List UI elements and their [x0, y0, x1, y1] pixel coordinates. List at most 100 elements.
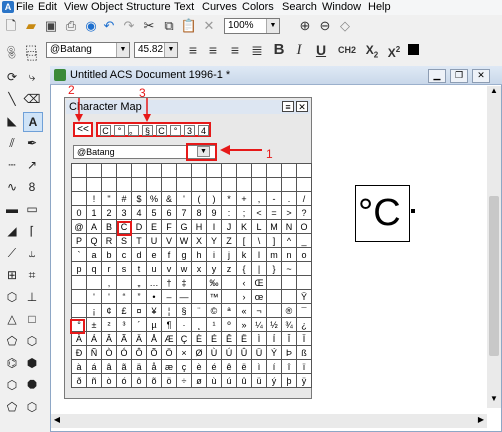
- panel-close-icon[interactable]: ✕: [296, 101, 308, 112]
- fit-page-icon[interactable]: ◇: [336, 17, 354, 35]
- template-tool-icon[interactable]: ⌗: [23, 266, 41, 284]
- char-cell[interactable]: ·: [176, 317, 192, 332]
- char-cell[interactable]: Ç: [176, 331, 192, 346]
- char-cell[interactable]: #: [116, 191, 132, 206]
- wavy-bond-tool-icon[interactable]: ∿: [3, 178, 21, 196]
- char-cell[interactable]: 6: [161, 205, 177, 220]
- char-cell[interactable]: [71, 191, 87, 206]
- char-cell[interactable]: ›: [236, 289, 252, 304]
- recent-char[interactable]: °: [114, 125, 125, 136]
- pen-tool-icon[interactable]: ✒: [23, 134, 41, 152]
- char-cell[interactable]: }: [266, 261, 282, 276]
- menu-structure[interactable]: Structure: [126, 1, 171, 13]
- char-cell[interactable]: ?: [296, 205, 312, 220]
- scroll-up-icon[interactable]: ▲: [488, 86, 500, 98]
- char-cell[interactable]: î: [281, 359, 297, 374]
- char-cell[interactable]: [116, 163, 132, 178]
- char-cell[interactable]: ã: [116, 359, 132, 374]
- char-cell[interactable]: H: [191, 219, 207, 234]
- wedge-tool-icon[interactable]: ◣: [3, 112, 21, 130]
- char-cell[interactable]: [176, 163, 192, 178]
- char-cell[interactable]: V: [161, 233, 177, 248]
- char-cell[interactable]: e: [146, 247, 162, 262]
- char-cell[interactable]: [251, 177, 267, 192]
- char-cell[interactable]: 3: [116, 205, 132, 220]
- char-cell[interactable]: ý: [266, 373, 282, 388]
- char-cell[interactable]: æ: [161, 359, 177, 374]
- char-cell[interactable]: [146, 177, 162, 192]
- char-cell[interactable]: [101, 163, 117, 178]
- char-cell[interactable]: 8: [191, 205, 207, 220]
- menu-edit[interactable]: Edit: [38, 1, 57, 13]
- char-cell[interactable]: [161, 177, 177, 192]
- char-cell[interactable]: ù: [206, 373, 222, 388]
- char-cell[interactable]: [131, 177, 147, 192]
- char-cell[interactable]: ê: [221, 359, 237, 374]
- char-cell[interactable]: [116, 275, 132, 290]
- char-cell[interactable]: y: [206, 261, 222, 276]
- char-cell[interactable]: {: [236, 261, 252, 276]
- char-cell[interactable]: w: [176, 261, 192, 276]
- bond-tool-icon[interactable]: ╲: [3, 90, 21, 108]
- char-cell[interactable]: I: [206, 219, 222, 234]
- redo-icon[interactable]: ↷: [120, 17, 138, 35]
- char-cell[interactable]: ä: [131, 359, 147, 374]
- undo-icon[interactable]: ↶: [100, 17, 118, 35]
- char-cell[interactable]: [191, 289, 207, 304]
- char-cell[interactable]: ‰: [206, 275, 222, 290]
- char-cell[interactable]: G: [176, 219, 192, 234]
- align-center-icon[interactable]: ≡: [204, 41, 222, 59]
- char-cell[interactable]: A: [86, 219, 102, 234]
- char-cell[interactable]: [161, 163, 177, 178]
- char-cell[interactable]: n: [281, 247, 297, 262]
- char-cell[interactable]: ~: [281, 261, 297, 276]
- char-cell[interactable]: Ý: [266, 345, 282, 360]
- selection-handle[interactable]: [411, 209, 415, 213]
- char-cell[interactable]: Ö: [161, 345, 177, 360]
- char-cell[interactable]: ð: [71, 373, 87, 388]
- delete-icon[interactable]: ✕: [200, 17, 218, 35]
- print-icon[interactable]: ⎙: [62, 17, 80, 35]
- scroll-down-icon[interactable]: ▼: [488, 394, 500, 406]
- close-icon[interactable]: ✕: [472, 69, 490, 83]
- char-cell[interactable]: <: [251, 205, 267, 220]
- cyclooctane-ring-icon[interactable]: ⬡: [23, 398, 41, 416]
- pointer-icon[interactable]: ◉: [82, 17, 100, 35]
- char-cell[interactable]: X: [191, 233, 207, 248]
- chevron-down-icon[interactable]: ▼: [197, 146, 210, 157]
- cut-icon[interactable]: ✂: [140, 17, 158, 35]
- open-folder-icon[interactable]: ▰: [22, 17, 40, 35]
- subscript-button[interactable]: X2: [362, 41, 382, 59]
- char-cell[interactable]: ï: [296, 359, 312, 374]
- char-cell[interactable]: ×: [176, 345, 192, 360]
- char-cell[interactable]: `: [71, 247, 87, 262]
- char-cell[interactable]: [296, 177, 312, 192]
- char-cell[interactable]: [146, 163, 162, 178]
- char-cell[interactable]: Ü: [251, 345, 267, 360]
- char-cell[interactable]: %: [146, 191, 162, 206]
- char-cell[interactable]: Ù: [206, 345, 222, 360]
- char-cell[interactable]: ‡: [176, 275, 192, 290]
- char-cell[interactable]: c: [116, 247, 132, 262]
- menu-object[interactable]: Object: [91, 1, 123, 13]
- char-cell[interactable]: »: [236, 317, 252, 332]
- solid-wedge-tool-icon[interactable]: ◢: [3, 222, 21, 240]
- char-cell[interactable]: œ: [251, 289, 267, 304]
- char-cell[interactable]: x: [191, 261, 207, 276]
- char-cell[interactable]: ': [176, 191, 192, 206]
- char-cell[interactable]: ,: [251, 191, 267, 206]
- copy-icon[interactable]: ⧉: [160, 17, 178, 35]
- char-cell[interactable]: [296, 275, 312, 290]
- zoom-out-icon[interactable]: ⊖: [316, 17, 334, 35]
- query-tool-icon[interactable]: ⬡: [3, 288, 21, 306]
- char-cell[interactable]: o: [296, 247, 312, 262]
- char-cell[interactable]: [131, 163, 147, 178]
- bold-icon[interactable]: B: [270, 41, 288, 59]
- char-cell[interactable]: È: [191, 331, 207, 346]
- char-cell[interactable]: [191, 163, 207, 178]
- char-cell[interactable]: õ: [146, 373, 162, 388]
- char-cell[interactable]: 7: [176, 205, 192, 220]
- char-cell[interactable]: b: [101, 247, 117, 262]
- char-cell[interactable]: $: [131, 191, 147, 206]
- char-cell[interactable]: Ñ: [86, 345, 102, 360]
